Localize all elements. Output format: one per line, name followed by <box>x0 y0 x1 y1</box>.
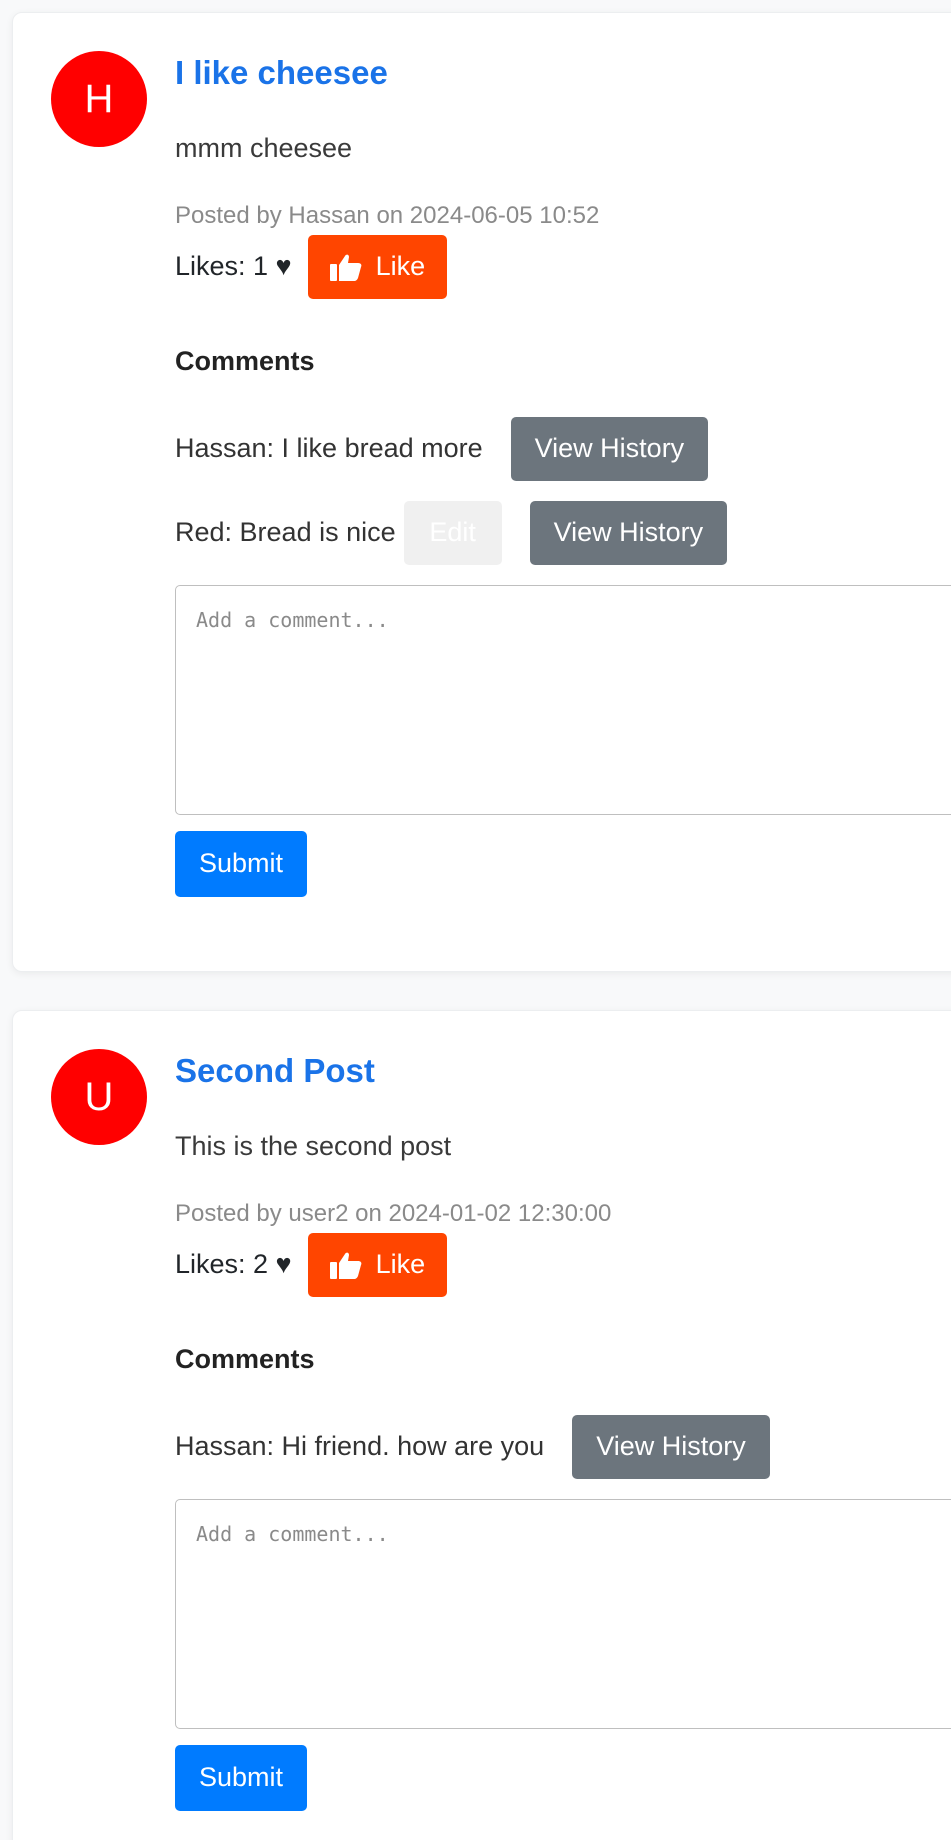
thumbs-up-icon <box>329 254 361 281</box>
post-body: Second Post This is the second post Post… <box>175 1051 951 1811</box>
post-title[interactable]: I like cheesee <box>175 53 951 93</box>
likes-count: Likes: 1 ♥ <box>175 251 292 282</box>
post-card: H I like cheesee mmm cheesee Posted by H… <box>12 12 951 972</box>
like-button[interactable]: Like <box>307 234 448 299</box>
post-meta: Posted by Hassan on 2024-06-05 10:52 <box>175 201 600 229</box>
comment-item: Hassan: I like bread more View History <box>175 416 951 481</box>
view-history-button[interactable]: View History <box>529 500 728 565</box>
comment-item: Red: Bread is nice Edit View History <box>175 500 951 565</box>
thumbs-up-icon <box>329 1252 361 1279</box>
submit-comment-button[interactable]: Submit <box>175 830 308 897</box>
comment-input[interactable] <box>175 1498 951 1729</box>
like-button-label: Like <box>375 1249 426 1280</box>
like-button-label: Like <box>375 251 426 282</box>
edit-comment-button[interactable]: Edit <box>403 500 502 565</box>
post-meta: Posted by user2 on 2024-01-02 12:30:00 <box>175 1199 612 1227</box>
likes-count: Likes: 2 ♥ <box>175 1249 292 1280</box>
avatar: U <box>51 1049 147 1145</box>
likes-row: Likes: 1 ♥ Like <box>175 234 951 300</box>
comment-text: Hassan: I like bread more <box>175 433 483 464</box>
comment-input[interactable] <box>175 584 951 815</box>
comments-heading: Comments <box>175 345 315 376</box>
comment-text: Hassan: Hi friend. how are you <box>175 1431 545 1462</box>
like-button[interactable]: Like <box>307 1232 448 1297</box>
likes-row: Likes: 2 ♥ Like <box>175 1232 951 1298</box>
post-body: I like cheesee mmm cheesee Posted by Has… <box>175 53 951 897</box>
feed-page: H I like cheesee mmm cheesee Posted by H… <box>0 0 951 1840</box>
comments-heading: Comments <box>175 1343 315 1374</box>
view-history-button[interactable]: View History <box>572 1414 770 1479</box>
view-history-button[interactable]: View History <box>510 416 709 481</box>
post-content: This is the second post <box>175 1130 452 1161</box>
avatar: H <box>51 51 147 147</box>
comment-text: Red: Bread is nice <box>175 517 396 548</box>
post-content: mmm cheesee <box>175 132 353 163</box>
post-card: U Second Post This is the second post Po… <box>12 1010 951 1840</box>
submit-comment-button[interactable]: Submit <box>175 1744 308 1811</box>
comment-item: Hassan: Hi friend. how are you View Hist… <box>175 1414 951 1479</box>
post-title[interactable]: Second Post <box>175 1051 951 1091</box>
